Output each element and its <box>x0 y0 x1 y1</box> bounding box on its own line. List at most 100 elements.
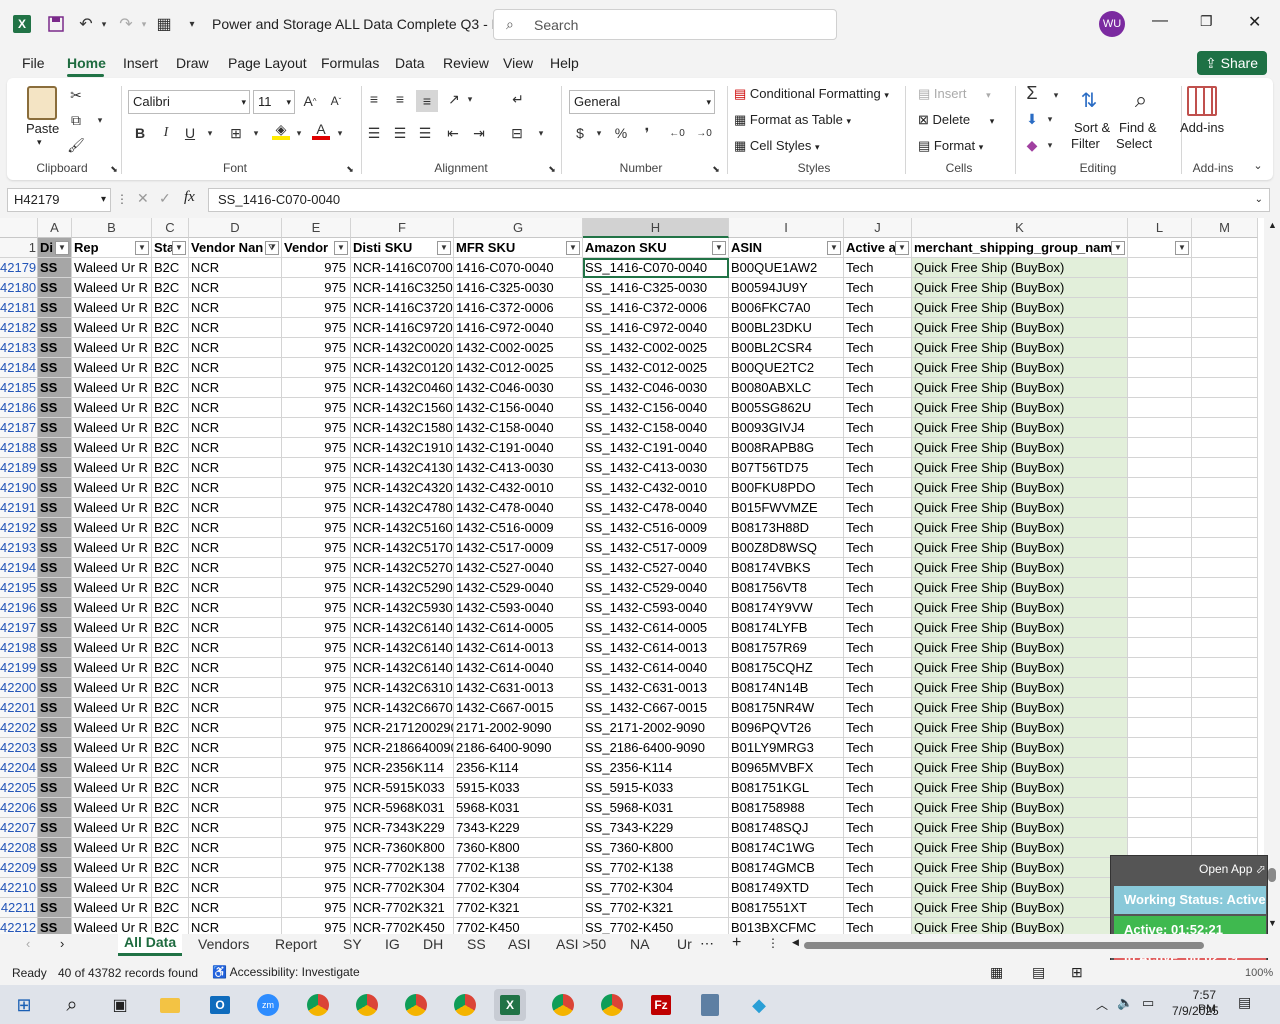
column-header-k[interactable]: K <box>912 218 1128 238</box>
row-header[interactable]: 42207 <box>0 818 38 838</box>
table-cell[interactable]: 1432-C529-0040 <box>454 578 583 598</box>
chrome-icon[interactable] <box>596 989 628 1021</box>
confirm-entry-icon[interactable]: ✓ <box>159 190 171 207</box>
table-cell[interactable]: Tech <box>844 338 912 358</box>
row-header[interactable]: 42179 <box>0 258 38 278</box>
table-cell[interactable]: NCR <box>189 278 282 298</box>
row-header[interactable]: 42208 <box>0 838 38 858</box>
bold-icon[interactable]: B <box>131 124 149 142</box>
table-cell[interactable]: NCR-1432C63100 <box>351 678 454 698</box>
table-cell[interactable]: 1432-C413-0030 <box>454 458 583 478</box>
table-cell[interactable]: Quick Free Ship (BuyBox) <box>912 638 1128 658</box>
table-cell[interactable]: SS_1432-C529-0040 <box>583 578 729 598</box>
sheet-tab[interactable]: NA <box>630 936 649 952</box>
table-cell[interactable]: 1432-C631-0013 <box>454 678 583 698</box>
table-cell[interactable]: B2C <box>152 418 189 438</box>
table-cell[interactable]: NCR-1432C59300 <box>351 598 454 618</box>
row-header[interactable]: 42192 <box>0 518 38 538</box>
table-cell[interactable]: 975 <box>282 478 351 498</box>
row-header[interactable]: 42193 <box>0 538 38 558</box>
table-cell[interactable] <box>1128 558 1192 578</box>
table-cell[interactable]: Quick Free Ship (BuyBox) <box>912 458 1128 478</box>
table-cell[interactable]: NCR-2171200290 <box>351 718 454 738</box>
table-cell[interactable]: NCR <box>189 758 282 778</box>
table-cell[interactable]: Tech <box>844 278 912 298</box>
delete-cells-button[interactable]: ⊠ Delete ▾ <box>918 112 994 128</box>
table-cell[interactable]: SS_1432-C631-0013 <box>583 678 729 698</box>
column-header-b[interactable]: B <box>72 218 152 238</box>
vertical-scroll-thumb[interactable] <box>1268 868 1276 882</box>
table-cell[interactable]: NCR <box>189 418 282 438</box>
sort-filter-icon[interactable]: ⇅ <box>1075 86 1103 114</box>
tab-file[interactable]: File <box>22 55 45 71</box>
table-cell[interactable]: Tech <box>844 698 912 718</box>
table-cell[interactable]: 975 <box>282 398 351 418</box>
table-cell[interactable]: Quick Free Ship (BuyBox) <box>912 678 1128 698</box>
header-cell[interactable]: Rep ▼ <box>72 238 152 258</box>
table-cell[interactable]: SS <box>38 298 72 318</box>
table-cell[interactable]: Quick Free Ship (BuyBox) <box>912 658 1128 678</box>
table-cell[interactable]: Tech <box>844 358 912 378</box>
undo-dropdown-icon[interactable]: ▾ <box>92 12 116 36</box>
formula-input[interactable]: SS_1416-C070-0040 ⌄ <box>208 188 1270 212</box>
table-cell[interactable] <box>1192 358 1258 378</box>
table-cell[interactable]: SS_2356-K114 <box>583 758 729 778</box>
table-cell[interactable]: Tech <box>844 258 912 278</box>
table-cell[interactable]: NCR-1432C01200 <box>351 358 454 378</box>
restore-icon[interactable]: ❐ <box>1200 13 1213 30</box>
table-cell[interactable] <box>1192 578 1258 598</box>
clear-dropdown-icon[interactable]: ▾ <box>1041 136 1059 154</box>
chrome-icon[interactable] <box>351 989 383 1021</box>
tab-help[interactable]: Help <box>550 55 579 71</box>
increase-font-size-icon[interactable]: A ^ <box>301 92 319 110</box>
tab-draw[interactable]: Draw <box>176 55 209 71</box>
table-cell[interactable]: SS <box>38 858 72 878</box>
row-header[interactable]: 42203 <box>0 738 38 758</box>
decrease-indent-icon[interactable]: ⇤ <box>444 124 462 142</box>
conditional-formatting-button[interactable]: ▤ Conditional Formatting ▾ <box>734 86 889 102</box>
column-header-e[interactable]: E <box>282 218 351 238</box>
table-cell[interactable]: SS_1432-C614-0040 <box>583 658 729 678</box>
table-cell[interactable]: B00594JU9Y <box>729 278 844 298</box>
table-cell[interactable]: B015FWVMZE <box>729 498 844 518</box>
table-cell[interactable]: Waleed Ur R <box>72 518 152 538</box>
fill-color-icon[interactable]: ◈ <box>272 121 290 140</box>
table-cell[interactable]: SS_5968-K031 <box>583 798 729 818</box>
table-cell[interactable]: Quick Free Ship (BuyBox) <box>912 558 1128 578</box>
table-cell[interactable] <box>1192 738 1258 758</box>
table-cell[interactable]: Waleed Ur R <box>72 298 152 318</box>
accessibility-button[interactable]: ♿ Accessibility: Investigate <box>212 965 360 979</box>
table-cell[interactable]: Waleed Ur R <box>72 358 152 378</box>
table-cell[interactable]: Waleed Ur R <box>72 738 152 758</box>
table-cell[interactable] <box>1128 678 1192 698</box>
active-cell[interactable]: SS_1416-C070-0040 <box>583 258 729 278</box>
table-cell[interactable]: 975 <box>282 658 351 678</box>
table-cell[interactable]: Quick Free Ship (BuyBox) <box>912 818 1128 838</box>
table-cell[interactable]: B081756VT8 <box>729 578 844 598</box>
collapse-ribbon-icon[interactable]: ⌄ <box>1249 156 1267 174</box>
table-cell[interactable] <box>1128 538 1192 558</box>
page-break-view-icon[interactable]: ⊞ <box>1071 964 1083 981</box>
name-box[interactable]: H42179 ▾ <box>7 188 111 212</box>
table-cell[interactable]: B2C <box>152 838 189 858</box>
table-cell[interactable]: 975 <box>282 298 351 318</box>
chrome-icon[interactable] <box>302 989 334 1021</box>
autosum-dropdown-icon[interactable]: ▾ <box>1047 86 1065 104</box>
table-cell[interactable]: B08174Y9VW <box>729 598 844 618</box>
table-cell[interactable]: Waleed Ur R <box>72 778 152 798</box>
row-header[interactable]: 42183 <box>0 338 38 358</box>
table-cell[interactable]: NCR-1416C07000 <box>351 258 454 278</box>
row-header[interactable]: 42195 <box>0 578 38 598</box>
table-cell[interactable]: NCR-7360K800 <box>351 838 454 858</box>
table-cell[interactable]: SS_1432-C046-0030 <box>583 378 729 398</box>
table-cell[interactable]: B2C <box>152 258 189 278</box>
table-cell[interactable]: Quick Free Ship (BuyBox) <box>912 798 1128 818</box>
table-cell[interactable]: NCR-1432C04600 <box>351 378 454 398</box>
table-cell[interactable] <box>1128 798 1192 818</box>
table-cell[interactable]: 975 <box>282 618 351 638</box>
table-cell[interactable]: SS_1432-C478-0040 <box>583 498 729 518</box>
sheet-options-icon[interactable]: ⋮ <box>767 936 779 950</box>
page-layout-view-icon[interactable]: ▤ <box>1032 964 1045 981</box>
row-header[interactable]: 42210 <box>0 878 38 898</box>
table-cell[interactable]: B081748SQJ <box>729 818 844 838</box>
